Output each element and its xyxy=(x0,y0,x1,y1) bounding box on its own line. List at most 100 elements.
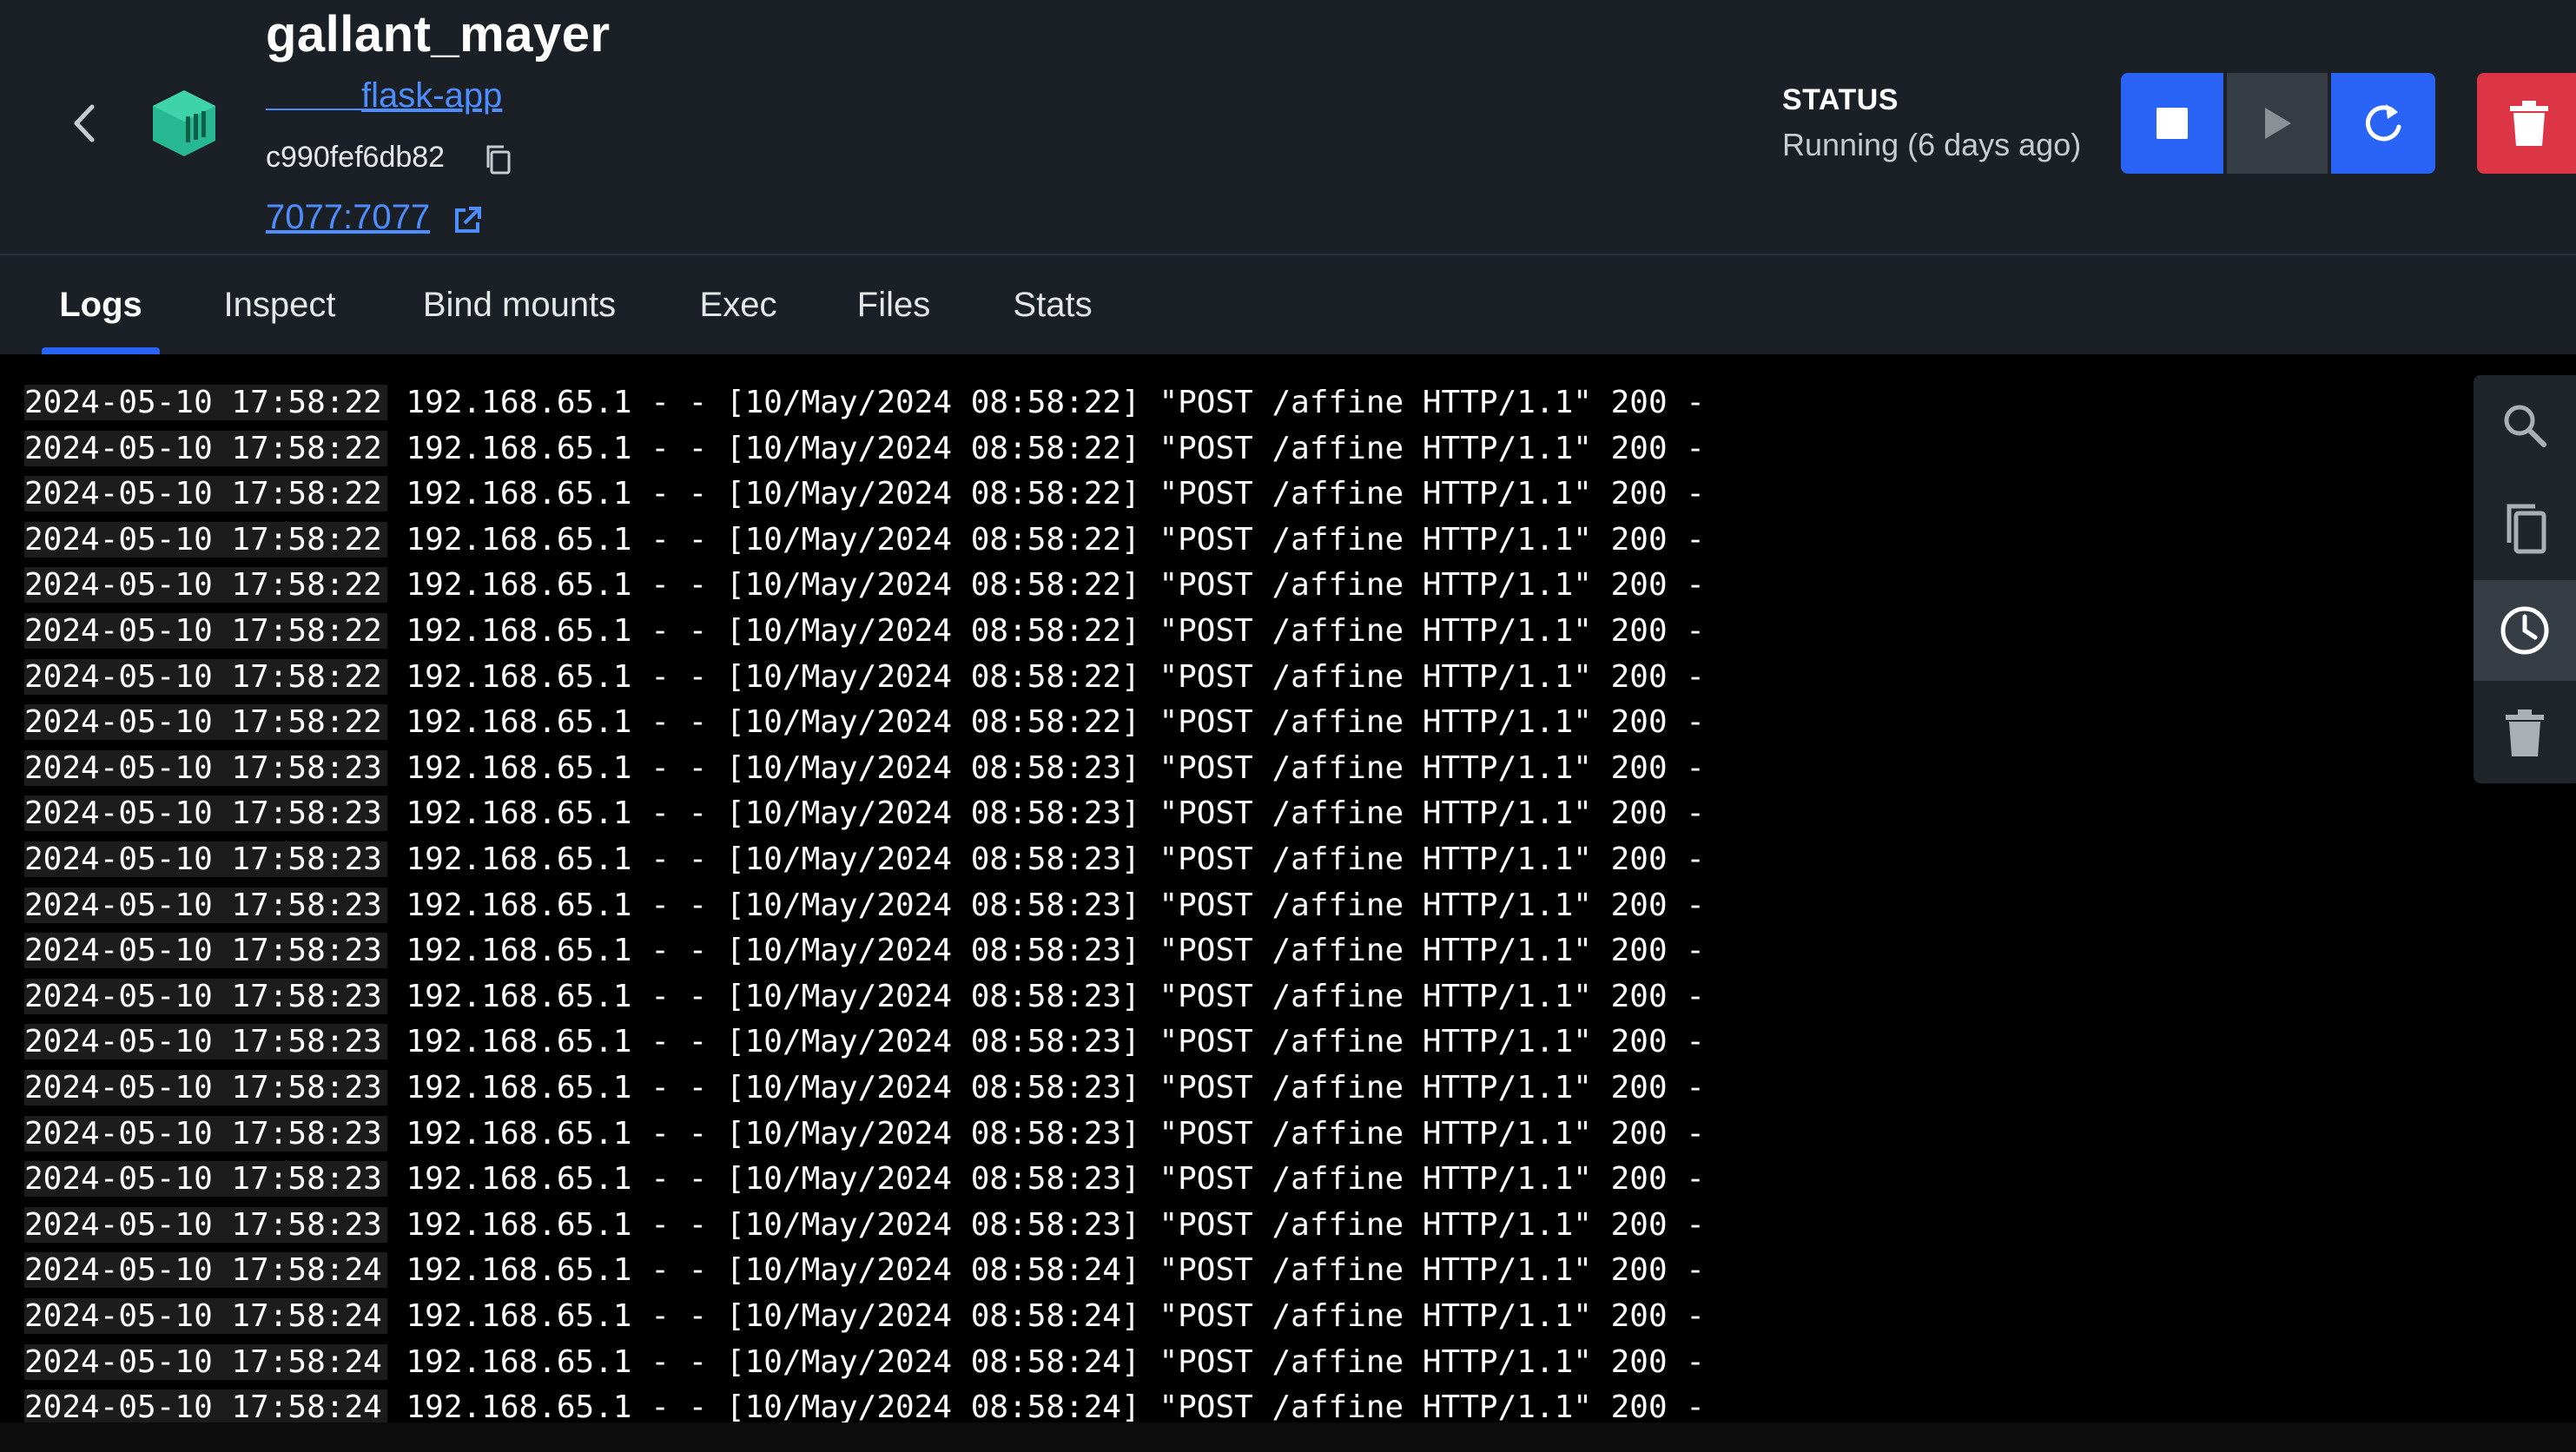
log-message: 192.168.65.1 - - [10/May/2024 08:58:22] … xyxy=(386,658,1705,695)
log-timestamp: 2024-05-10 17:58:23 xyxy=(24,1070,387,1106)
start-button[interactable] xyxy=(2227,73,2331,174)
log-timestamp: 2024-05-10 17:58:22 xyxy=(24,658,387,695)
log-message: 192.168.65.1 - - [10/May/2024 08:58:23] … xyxy=(386,1161,1705,1198)
log-line: 2024-05-10 17:58:23 192.168.65.1 - - [10… xyxy=(24,1157,1705,1202)
tab-bind-mounts[interactable]: Bind mounts xyxy=(408,255,631,354)
delete-button[interactable] xyxy=(2477,73,2576,174)
stop-button[interactable] xyxy=(2121,73,2227,174)
log-timestamp: 2024-05-10 17:58:22 xyxy=(24,430,387,466)
log-message: 192.168.65.1 - - [10/May/2024 08:58:24] … xyxy=(386,1389,1705,1422)
log-line: 2024-05-10 17:58:23 192.168.65.1 - - [10… xyxy=(24,974,1705,1020)
play-icon xyxy=(2265,108,2291,139)
search-icon xyxy=(2504,405,2546,447)
tab-files[interactable]: Files xyxy=(846,255,941,354)
log-message: 192.168.65.1 - - [10/May/2024 08:58:23] … xyxy=(386,1024,1705,1060)
log-timestamp: 2024-05-10 17:58:23 xyxy=(24,887,387,923)
external-link-icon[interactable] xyxy=(450,203,485,238)
restart-button[interactable] xyxy=(2331,73,2435,174)
bottom-strip xyxy=(0,1422,2576,1452)
log-timestamp: 2024-05-10 17:58:24 xyxy=(24,1389,387,1422)
container-header: gallant_mayer flask-app c990fef6db82 707… xyxy=(0,0,2576,255)
image-link[interactable]: flask-app xyxy=(266,76,502,116)
copy-icon[interactable] xyxy=(481,142,516,176)
log-message: 192.168.65.1 - - [10/May/2024 08:58:22] … xyxy=(386,704,1705,741)
tab-bar: Logs Inspect Bind mounts Exec Files Stat… xyxy=(0,255,2576,354)
log-message: 192.168.65.1 - - [10/May/2024 08:58:22] … xyxy=(386,613,1705,649)
log-message: 192.168.65.1 - - [10/May/2024 08:58:22] … xyxy=(386,385,1705,420)
log-line: 2024-05-10 17:58:23 192.168.65.1 - - [10… xyxy=(24,928,1705,974)
log-timestamp: 2024-05-10 17:58:22 xyxy=(24,521,387,558)
log-viewer[interactable]: 2024-05-10 17:58:22 192.168.65.1 - - [10… xyxy=(0,354,2576,1422)
log-timestamp: 2024-05-10 17:58:23 xyxy=(24,749,387,786)
log-message: 192.168.65.1 - - [10/May/2024 08:58:22] … xyxy=(386,521,1705,558)
log-timestamp: 2024-05-10 17:58:23 xyxy=(24,1115,387,1152)
log-message: 192.168.65.1 - - [10/May/2024 08:58:23] … xyxy=(386,933,1705,969)
log-line: 2024-05-10 17:58:23 192.168.65.1 - - [10… xyxy=(24,746,1705,791)
log-timestamp: 2024-05-10 17:58:24 xyxy=(24,1298,387,1334)
log-message: 192.168.65.1 - - [10/May/2024 08:58:23] … xyxy=(386,749,1705,786)
log-line: 2024-05-10 17:58:22 192.168.65.1 - - [10… xyxy=(24,609,1705,654)
log-message: 192.168.65.1 - - [10/May/2024 08:58:23] … xyxy=(386,842,1705,877)
log-line: 2024-05-10 17:58:24 192.168.65.1 - - [10… xyxy=(24,1385,1705,1422)
log-message: 192.168.65.1 - - [10/May/2024 08:58:23] … xyxy=(386,1206,1705,1243)
stop-icon xyxy=(2157,108,2188,139)
search-logs-button[interactable] xyxy=(2474,375,2576,476)
log-timestamp: 2024-05-10 17:58:22 xyxy=(24,567,387,604)
container-icon xyxy=(153,90,215,156)
log-timestamp: 2024-05-10 17:58:22 xyxy=(24,385,387,420)
log-line: 2024-05-10 17:58:24 192.168.65.1 - - [10… xyxy=(24,1340,1705,1385)
log-timestamp: 2024-05-10 17:58:23 xyxy=(24,1161,387,1198)
clock-icon xyxy=(2500,606,2549,655)
log-message: 192.168.65.1 - - [10/May/2024 08:58:22] … xyxy=(386,476,1705,512)
trash-icon xyxy=(2506,710,2544,756)
log-timestamp: 2024-05-10 17:58:24 xyxy=(24,1252,387,1289)
log-timestamp: 2024-05-10 17:58:23 xyxy=(24,842,387,877)
trash-icon xyxy=(2510,101,2548,146)
log-line: 2024-05-10 17:58:23 192.168.65.1 - - [10… xyxy=(24,791,1705,836)
log-line: 2024-05-10 17:58:23 192.168.65.1 - - [10… xyxy=(24,1203,1705,1248)
redacted-area xyxy=(266,84,361,111)
log-line: 2024-05-10 17:58:23 192.168.65.1 - - [10… xyxy=(24,1112,1705,1157)
log-message: 192.168.65.1 - - [10/May/2024 08:58:24] … xyxy=(386,1252,1705,1289)
log-message: 192.168.65.1 - - [10/May/2024 08:58:23] … xyxy=(386,795,1705,832)
log-line: 2024-05-10 17:58:22 192.168.65.1 - - [10… xyxy=(24,518,1705,563)
log-line: 2024-05-10 17:58:22 192.168.65.1 - - [10… xyxy=(24,380,1705,426)
log-toolbar xyxy=(2474,375,2576,783)
log-line: 2024-05-10 17:58:23 192.168.65.1 - - [10… xyxy=(24,1020,1705,1065)
log-message: 192.168.65.1 - - [10/May/2024 08:58:23] … xyxy=(386,887,1705,923)
log-line: 2024-05-10 17:58:22 192.168.65.1 - - [10… xyxy=(24,655,1705,700)
log-line: 2024-05-10 17:58:22 192.168.65.1 - - [10… xyxy=(24,426,1705,472)
log-line: 2024-05-10 17:58:23 192.168.65.1 - - [10… xyxy=(24,1066,1705,1111)
clear-logs-button[interactable] xyxy=(2474,683,2576,783)
log-line: 2024-05-10 17:58:22 192.168.65.1 - - [10… xyxy=(24,472,1705,517)
log-timestamp: 2024-05-10 17:58:22 xyxy=(24,476,387,512)
log-message: 192.168.65.1 - - [10/May/2024 08:58:23] … xyxy=(386,1115,1705,1152)
copy-icon xyxy=(2507,504,2546,554)
log-timestamp: 2024-05-10 17:58:23 xyxy=(24,1206,387,1243)
log-timestamp: 2024-05-10 17:58:22 xyxy=(24,704,387,741)
log-line: 2024-05-10 17:58:22 192.168.65.1 - - [10… xyxy=(24,563,1705,608)
log-timestamp: 2024-05-10 17:58:23 xyxy=(24,933,387,969)
copy-logs-button[interactable] xyxy=(2474,478,2576,578)
log-timestamp: 2024-05-10 17:58:22 xyxy=(24,613,387,649)
log-message: 192.168.65.1 - - [10/May/2024 08:58:24] … xyxy=(386,1343,1705,1380)
log-line: 2024-05-10 17:58:22 192.168.65.1 - - [10… xyxy=(24,700,1705,745)
restart-icon xyxy=(2365,104,2401,142)
log-timestamp: 2024-05-10 17:58:23 xyxy=(24,1024,387,1060)
log-message: 192.168.65.1 - - [10/May/2024 08:58:23] … xyxy=(386,1070,1705,1106)
tab-inspect[interactable]: Inspect xyxy=(214,255,346,354)
back-button[interactable] xyxy=(61,96,108,151)
log-line: 2024-05-10 17:58:23 192.168.65.1 - - [10… xyxy=(24,883,1705,928)
tab-stats[interactable]: Stats xyxy=(999,255,1106,354)
log-line: 2024-05-10 17:58:24 192.168.65.1 - - [10… xyxy=(24,1248,1705,1293)
tab-exec[interactable]: Exec xyxy=(686,255,790,354)
toggle-timestamps-button[interactable] xyxy=(2474,580,2576,681)
status-value: Running (6 days ago) xyxy=(1782,127,2082,162)
port-link[interactable]: 7077:7077 xyxy=(266,198,430,237)
container-name: gallant_mayer xyxy=(266,6,611,63)
log-timestamp: 2024-05-10 17:58:23 xyxy=(24,978,387,1014)
container-id: c990fef6db82 xyxy=(266,141,446,174)
tab-logs[interactable]: Logs xyxy=(42,255,160,354)
log-message: 192.168.65.1 - - [10/May/2024 08:58:24] … xyxy=(386,1298,1705,1334)
chevron-left-icon xyxy=(74,104,95,142)
